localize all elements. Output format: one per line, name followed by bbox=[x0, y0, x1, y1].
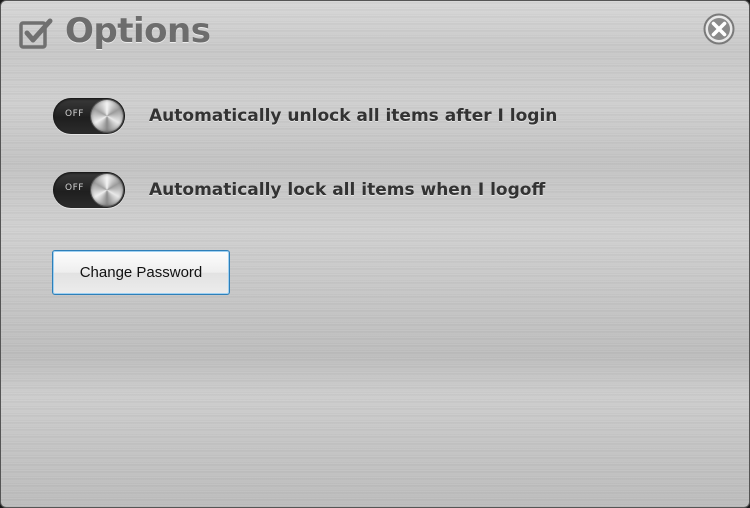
options-window: Options OFF Automatically unlock all ite… bbox=[0, 0, 750, 508]
close-icon[interactable] bbox=[703, 13, 735, 45]
window-title: Options bbox=[65, 11, 211, 51]
checkbox-checked-icon bbox=[19, 17, 53, 51]
toggle-state-label: OFF bbox=[65, 109, 84, 119]
auto-unlock-toggle[interactable]: OFF bbox=[53, 98, 125, 134]
change-password-button[interactable]: Change Password bbox=[52, 250, 230, 295]
option-row-auto-lock: OFF Automatically lock all items when I … bbox=[53, 172, 545, 208]
toggle-state-label: OFF bbox=[65, 183, 84, 193]
toggle-knob[interactable] bbox=[91, 174, 123, 206]
option-row-auto-unlock: OFF Automatically unlock all items after… bbox=[53, 98, 557, 134]
auto-unlock-label: Automatically unlock all items after I l… bbox=[149, 106, 558, 126]
title-bar: Options bbox=[1, 1, 749, 65]
auto-lock-label: Automatically lock all items when I logo… bbox=[149, 180, 546, 200]
auto-lock-toggle[interactable]: OFF bbox=[53, 172, 125, 208]
toggle-knob[interactable] bbox=[91, 100, 123, 132]
